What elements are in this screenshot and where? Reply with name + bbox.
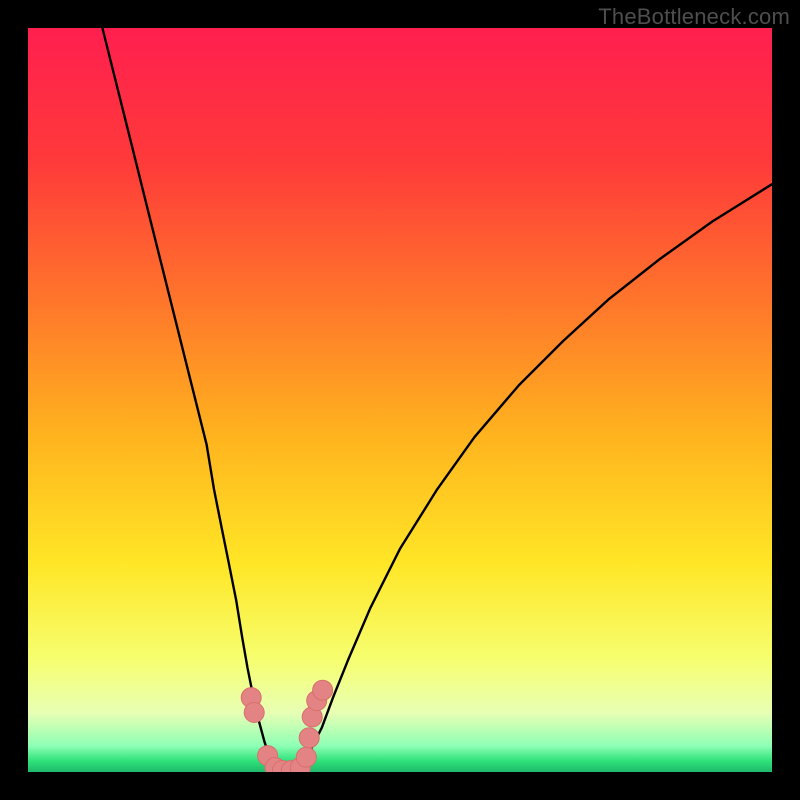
- outer-frame: TheBottleneck.com: [0, 0, 800, 800]
- plot-area: [28, 28, 772, 772]
- curve-path: [102, 28, 772, 772]
- highlight-markers: [241, 680, 332, 772]
- highlight-marker: [299, 728, 319, 748]
- highlight-marker: [313, 680, 333, 700]
- highlight-marker: [244, 703, 264, 723]
- watermark-label: TheBottleneck.com: [598, 4, 790, 30]
- bottleneck-curve: [102, 28, 772, 772]
- highlight-marker: [296, 747, 316, 767]
- chart-overlay: [28, 28, 772, 772]
